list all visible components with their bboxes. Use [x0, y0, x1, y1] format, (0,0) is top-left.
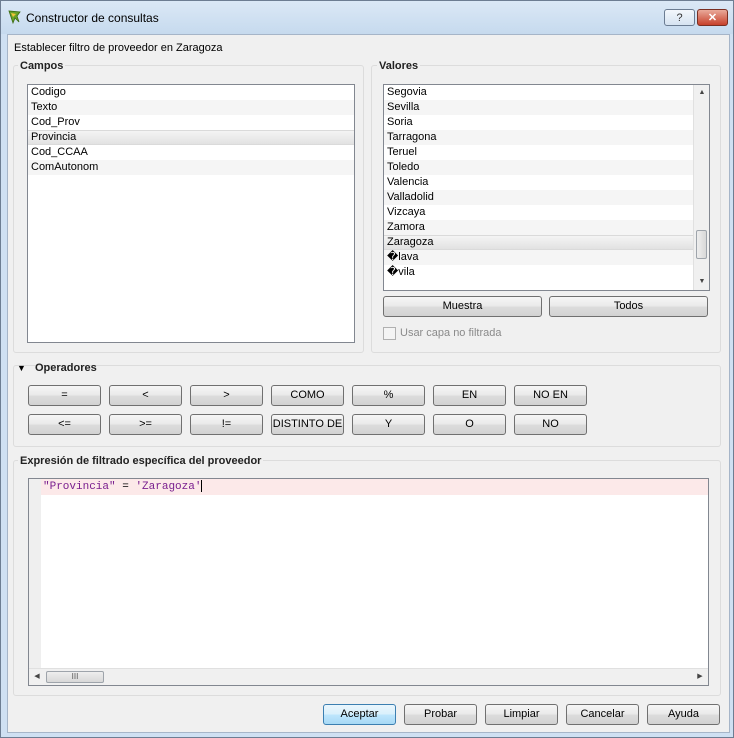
operator-button[interactable]: >=	[109, 414, 182, 435]
muestra-button[interactable]: Muestra	[383, 296, 542, 317]
expression-value: 'Zaragoza'	[135, 481, 202, 493]
operator-button[interactable]: NO	[514, 414, 587, 435]
aceptar-button[interactable]: Aceptar	[323, 704, 396, 725]
valores-item[interactable]: Valencia	[384, 175, 709, 190]
editor-gutter	[29, 479, 41, 685]
cancelar-button[interactable]: Cancelar	[566, 704, 639, 725]
valores-item[interactable]: Segovia	[384, 85, 709, 100]
valores-item[interactable]: Zaragoza	[384, 235, 709, 250]
expression-operator: =	[115, 481, 136, 493]
operator-button[interactable]: %	[352, 385, 425, 406]
valores-item[interactable]: �lava	[384, 250, 709, 265]
dialog-body: Establecer filtro de proveedor en Zarago…	[7, 34, 730, 733]
valores-item[interactable]: �vila	[384, 265, 709, 280]
dialog-description: Establecer filtro de proveedor en Zarago…	[14, 42, 223, 54]
limpiar-button[interactable]: Limpiar	[485, 704, 558, 725]
scroll-right-icon[interactable]: ▶	[692, 669, 708, 685]
query-builder-window: Constructor de consultas ? ✕ Establecer …	[0, 0, 734, 738]
expression-field: "Provincia"	[43, 481, 116, 493]
scroll-down-icon[interactable]: ▼	[694, 274, 709, 290]
operator-button[interactable]: NO EN	[514, 385, 587, 406]
expression-editor[interactable]: "Provincia" = 'Zaragoza' ◀ III ▶	[28, 478, 709, 686]
operator-button[interactable]: DISTINTO DE	[271, 414, 344, 435]
valores-scrollbar[interactable]: ▲ ▼	[693, 85, 709, 290]
valores-item[interactable]: Valladolid	[384, 190, 709, 205]
collapse-arrow-icon[interactable]: ▼	[17, 363, 26, 373]
text-caret	[201, 480, 203, 493]
probar-button[interactable]: Probar	[404, 704, 477, 725]
operator-button[interactable]: >	[190, 385, 263, 406]
close-icon[interactable]: ✕	[697, 9, 728, 26]
expression-title: Expresión de filtrado específica del pro…	[18, 455, 264, 467]
campos-item[interactable]: Cod_CCAA	[28, 145, 354, 160]
campos-item[interactable]: Codigo	[28, 85, 354, 100]
operator-button[interactable]: O	[433, 414, 506, 435]
campos-list[interactable]: Codigo Texto Cod_Prov Provincia Cod_CCAA ComA…	[27, 84, 355, 343]
campos-item[interactable]: Provincia	[28, 130, 354, 145]
hscroll-thumb[interactable]: III	[46, 671, 104, 683]
operator-button[interactable]: <=	[28, 414, 101, 435]
help-title-button[interactable]: ?	[664, 9, 695, 26]
scroll-thumb[interactable]	[696, 230, 707, 259]
window-title: Constructor de consultas	[26, 11, 159, 25]
title-bar: Constructor de consultas ? ✕	[1, 1, 733, 34]
qgis-icon	[8, 10, 21, 25]
operator-button[interactable]: =	[28, 385, 101, 406]
usar-capa-label: Usar capa no filtrada	[400, 327, 502, 339]
valores-item[interactable]: Tarragona	[384, 130, 709, 145]
usar-capa-checkbox[interactable]	[383, 327, 396, 340]
expression-line[interactable]: "Provincia" = 'Zaragoza'	[41, 479, 708, 495]
campos-item[interactable]: Texto	[28, 100, 354, 115]
valores-item[interactable]: Vizcaya	[384, 205, 709, 220]
valores-item[interactable]: Sevilla	[384, 100, 709, 115]
valores-item[interactable]: Zamora	[384, 220, 709, 235]
valores-item[interactable]: Teruel	[384, 145, 709, 160]
operator-button[interactable]: !=	[190, 414, 263, 435]
campos-item[interactable]: Cod_Prov	[28, 115, 354, 130]
scroll-left-icon[interactable]: ◀	[29, 669, 45, 685]
todos-button[interactable]: Todos	[549, 296, 708, 317]
operator-button[interactable]: <	[109, 385, 182, 406]
valores-item[interactable]: Toledo	[384, 160, 709, 175]
scroll-up-icon[interactable]: ▲	[694, 85, 709, 101]
operator-button[interactable]: COMO	[271, 385, 344, 406]
operator-button[interactable]: Y	[352, 414, 425, 435]
operadores-title: Operadores	[35, 362, 97, 374]
valores-list[interactable]: Segovia Sevilla Soria Tarragona Teruel Toledo…	[383, 84, 710, 291]
operator-button[interactable]: EN	[433, 385, 506, 406]
valores-item[interactable]: Soria	[384, 115, 709, 130]
ayuda-button[interactable]: Ayuda	[647, 704, 720, 725]
campos-item[interactable]: ComAutonom	[28, 160, 354, 175]
campos-title: Campos	[18, 60, 66, 72]
valores-title: Valores	[377, 60, 421, 72]
editor-hscrollbar[interactable]: ◀ III ▶	[29, 668, 708, 685]
